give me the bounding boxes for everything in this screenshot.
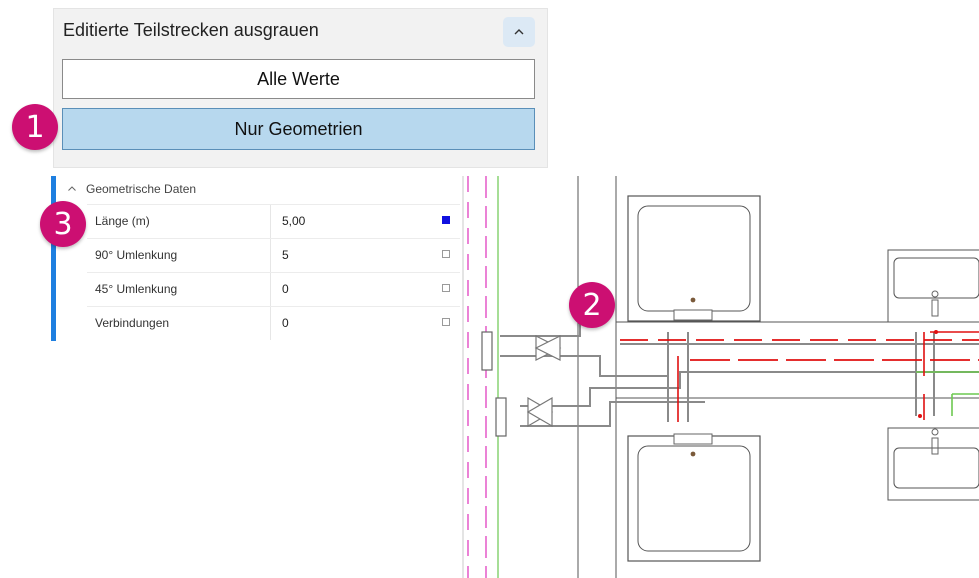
property-grid: Geometrische Daten Länge (m) 5,00 90° Um… [51,176,462,341]
column-divider [270,273,271,306]
callout-badge-3: 3 [40,201,86,247]
selection-accent-bar [51,176,56,341]
all-values-button[interactable]: Alle Werte [62,59,535,99]
grey-out-edited-panel: Editierte Teilstrecken ausgrauen Alle We… [53,8,548,168]
row-checkbox[interactable] [442,318,450,326]
callout-badge-2: 2 [569,282,615,328]
panel-header: Editierte Teilstrecken ausgrauen [63,20,319,40]
category-header[interactable]: Geometrische Daten [67,182,196,196]
table-row[interactable]: Länge (m) 5,00 [87,204,462,238]
category-label: Geometrische Daten [86,182,197,196]
chevron-up-icon [68,186,76,191]
geometry-only-button[interactable]: Nur Geometrien [62,108,535,150]
column-divider [270,239,271,272]
row-checkbox[interactable] [442,250,450,258]
property-value[interactable]: 5,00 [282,214,305,228]
column-divider [270,307,271,340]
property-value[interactable]: 0 [282,282,289,296]
callout-badge-1: 1 [12,104,58,150]
property-name: Verbindungen [95,316,170,330]
table-row[interactable]: 90° Umlenkung 5 [87,238,462,272]
property-name: 90° Umlenkung [95,248,178,262]
property-value[interactable]: 5 [282,248,289,262]
collapse-button[interactable] [503,17,535,47]
cad-drawing-canvas[interactable] [460,176,979,578]
chevron-up-icon [514,29,524,35]
property-name: Länge (m) [95,214,150,228]
column-divider [270,205,271,238]
row-checkbox[interactable] [442,216,450,224]
property-value[interactable]: 0 [282,316,289,330]
property-name: 45° Umlenkung [95,282,178,296]
table-row[interactable]: 45° Umlenkung 0 [87,272,462,306]
piping-drawing [462,176,979,578]
table-row[interactable]: Verbindungen 0 [87,306,462,340]
row-checkbox[interactable] [442,284,450,292]
